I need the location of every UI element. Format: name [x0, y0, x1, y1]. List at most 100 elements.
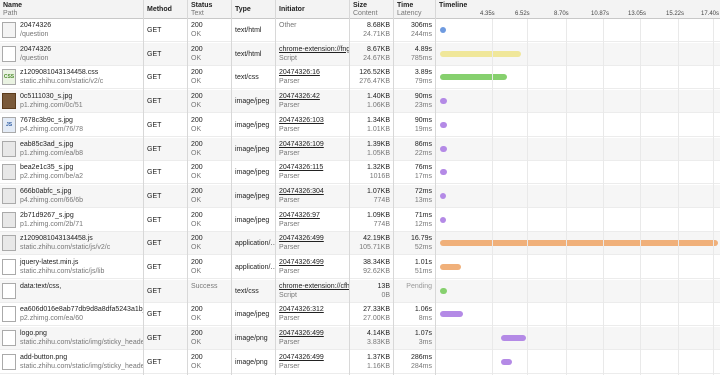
request-initiator[interactable]: 20474326:499 Parser — [276, 232, 349, 255]
initiator-link[interactable]: chrome-extension://cfhd — [279, 282, 349, 291]
request-row[interactable]: ea606d016e8ab77db9d8a8dfa5243a1b_m p2.zh… — [0, 303, 720, 327]
request-name-cell[interactable]: 20474326 /question — [0, 43, 143, 66]
timeline-bar[interactable] — [440, 240, 718, 247]
request-size: 38.34KB 92.62KB — [350, 256, 393, 279]
request-initiator[interactable]: 20474326:304 Parser — [276, 185, 349, 208]
request-name-cell[interactable]: CSS z1209081043134458.css static.zhihu.c… — [0, 66, 143, 89]
initiator-link[interactable]: 20474326:97 — [279, 211, 349, 220]
column-header-time[interactable]: Time Latency — [394, 0, 436, 19]
request-name-cell[interactable]: 0c5111030_s.jpg p1.zhimg.com/0c/51 — [0, 90, 143, 113]
request-name-cell[interactable]: logo.png static.zhihu.com/static/img/sti… — [0, 327, 143, 350]
request-name-cell[interactable]: 666b0abfc_s.jpg p4.zhimg.com/66/6b — [0, 185, 143, 208]
network-table-header: Name Path Method Status Text Type Initia… — [0, 0, 720, 19]
type-value: application/… — [235, 264, 275, 271]
request-path: static.zhihu.com/static/js/lib — [20, 268, 105, 275]
request-row[interactable]: z1209081043134458.js static.zhihu.com/st… — [0, 232, 720, 256]
request-row[interactable]: jquery-latest.min.js static.zhihu.com/st… — [0, 256, 720, 279]
request-name: z1209081043134458.js — [20, 235, 93, 243]
request-row[interactable]: logo.png static.zhihu.com/static/img/sti… — [0, 327, 720, 351]
request-initiator[interactable]: Other — [276, 19, 349, 42]
timeline-bar[interactable] — [440, 145, 448, 152]
method-value: GET — [147, 121, 162, 129]
request-name-cell[interactable]: bea2e1c35_s.jpg p2.zhimg.com/be/a2 — [0, 161, 143, 184]
request-name-cell[interactable]: JS 7678c3b9c_s.jpg p4.zhimg.com/76/78 — [0, 114, 143, 137]
size-value: 42.19KB — [363, 235, 390, 243]
request-initiator[interactable]: 20474326:16 Parser — [276, 66, 349, 89]
initiator-link[interactable]: 20474326:42 — [279, 92, 349, 101]
initiator-link[interactable]: 20474326:103 — [279, 116, 349, 125]
initiator-link[interactable]: 20474326:499 — [279, 353, 349, 362]
request-name-cell[interactable]: eab85c3ad_s.jpg p1.zhimg.com/ea/b8 — [0, 138, 143, 161]
request-name-cell[interactable]: add-button.png static.zhihu.com/static/i… — [0, 351, 143, 374]
type-value: image/jpeg — [235, 98, 270, 106]
request-initiator[interactable]: 20474326:499 Parser — [276, 351, 349, 374]
request-row[interactable]: data:text/css, GET Success text/css chro… — [0, 279, 720, 303]
column-header-status[interactable]: Status Text — [188, 0, 232, 19]
request-name-cell[interactable]: ea606d016e8ab77db9d8a8dfa5243a1b_m p2.zh… — [0, 303, 143, 326]
request-row[interactable]: CSS z1209081043134458.css static.zhihu.c… — [0, 66, 720, 90]
initiator-link[interactable]: 20474326:499 — [279, 329, 349, 338]
timeline-bar[interactable] — [440, 192, 447, 199]
header-path-label: Path — [3, 10, 18, 17]
initiator-link[interactable]: 20474326:115 — [279, 163, 349, 172]
request-row[interactable]: 20474326 /question GET 200 OK text/html … — [0, 42, 720, 66]
timeline-bar[interactable] — [440, 121, 448, 128]
request-initiator[interactable]: 20474326:312 Parser — [276, 303, 349, 326]
timeline-bar[interactable] — [440, 264, 461, 270]
size-value: 1.34KB — [367, 116, 390, 124]
request-initiator[interactable]: 20474326:499 Parser — [276, 256, 349, 279]
request-initiator[interactable]: chrome-extension://fngg Script — [276, 43, 349, 66]
column-header-initiator[interactable]: Initiator — [276, 0, 350, 19]
blank-doc-icon — [2, 330, 16, 347]
request-row[interactable]: bea2e1c35_s.jpg p2.zhimg.com/be/a2 GET 2… — [0, 161, 720, 185]
timeline-bar[interactable] — [501, 335, 527, 342]
request-initiator[interactable]: 20474326:103 Parser — [276, 114, 349, 137]
timeline-bar[interactable] — [440, 311, 463, 318]
request-name-cell[interactable]: jquery-latest.min.js static.zhihu.com/st… — [0, 256, 143, 279]
request-initiator[interactable]: 20474326:499 Parser — [276, 327, 349, 350]
timeline-bar[interactable] — [440, 287, 447, 294]
initiator-link[interactable]: 20474326:312 — [279, 305, 349, 314]
request-name-cell[interactable]: z1209081043134458.js static.zhihu.com/st… — [0, 232, 143, 255]
request-row[interactable]: 20474326 /question GET 200 OK text/html … — [0, 19, 720, 42]
timeline-bar[interactable] — [440, 98, 448, 105]
request-name-cell[interactable]: 2b71d9267_s.jpg p1.zhimg.com/2b/71 — [0, 209, 143, 232]
request-name-cell[interactable]: data:text/css, — [0, 280, 143, 303]
request-initiator[interactable]: 20474326:109 Parser — [276, 138, 349, 161]
request-status: 200 OK — [188, 232, 231, 255]
request-row[interactable]: 666b0abfc_s.jpg p4.zhimg.com/66/6b GET 2… — [0, 184, 720, 208]
request-row[interactable]: JS 7678c3b9c_s.jpg p4.zhimg.com/76/78 GE… — [0, 114, 720, 137]
initiator-link[interactable]: 20474326:304 — [279, 187, 349, 196]
method-value: GET — [147, 358, 162, 366]
initiator-link[interactable]: 20474326:16 — [279, 68, 349, 77]
timeline-bar[interactable] — [440, 27, 446, 33]
column-header-method[interactable]: Method — [144, 0, 188, 19]
column-header-size[interactable]: Size Content — [350, 0, 394, 19]
initiator-link[interactable]: 20474326:109 — [279, 140, 349, 149]
request-initiator[interactable]: 20474326:97 Parser — [276, 209, 349, 232]
request-initiator[interactable]: 20474326:42 Parser — [276, 90, 349, 113]
request-name-cell[interactable]: 20474326 /question — [0, 19, 143, 42]
request-size: 8.68KB 24.71KB — [350, 19, 393, 42]
timeline-bar[interactable] — [440, 169, 447, 176]
timeline-bar[interactable] — [501, 358, 513, 365]
request-type: image/jpeg — [232, 209, 275, 232]
timeline-bar[interactable] — [440, 50, 521, 57]
timeline-bar[interactable] — [440, 216, 447, 223]
request-time: 1.06s 8ms — [394, 303, 435, 326]
initiator-link[interactable]: 20474326:499 — [279, 234, 349, 243]
method-value: GET — [147, 311, 162, 319]
type-value: image/png — [235, 358, 268, 366]
column-header-type[interactable]: Type — [232, 0, 276, 19]
initiator-link[interactable]: chrome-extension://fngg — [279, 45, 349, 54]
column-header-name[interactable]: Name Path — [0, 0, 144, 19]
timeline-bar[interactable] — [440, 74, 507, 81]
request-row[interactable]: 0c5111030_s.jpg p1.zhimg.com/0c/51 GET 2… — [0, 90, 720, 114]
request-row[interactable]: 2b71d9267_s.jpg p1.zhimg.com/2b/71 GET 2… — [0, 209, 720, 232]
status-code: 200 — [191, 330, 203, 338]
request-initiator[interactable]: 20474326:115 Parser — [276, 161, 349, 184]
initiator-link[interactable]: 20474326:499 — [279, 258, 349, 267]
request-initiator[interactable]: chrome-extension://cfhd Script — [276, 280, 349, 303]
request-row[interactable]: eab85c3ad_s.jpg p1.zhimg.com/ea/b8 GET 2… — [0, 137, 720, 161]
request-row[interactable]: add-button.png static.zhihu.com/static/i… — [0, 351, 720, 374]
